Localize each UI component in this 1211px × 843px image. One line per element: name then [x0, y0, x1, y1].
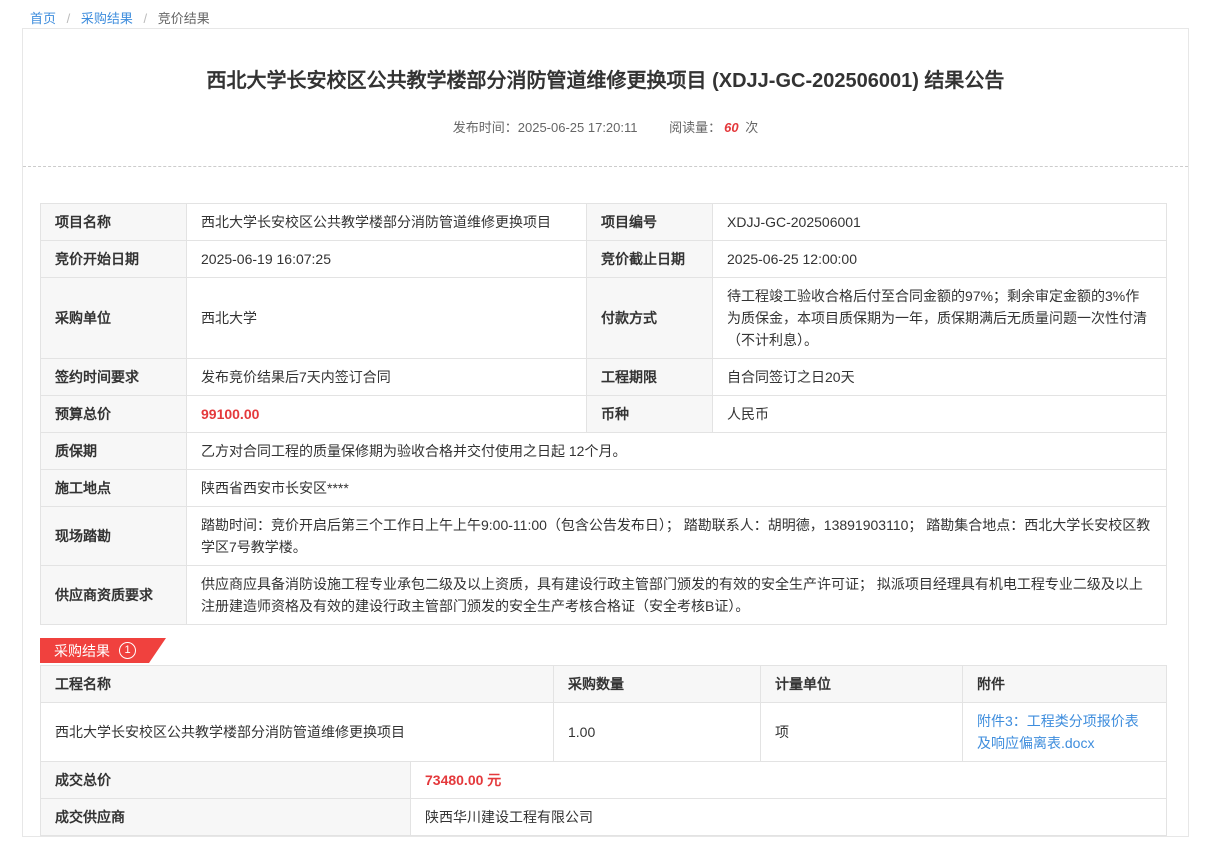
project-code-label: 项目编号: [587, 204, 713, 241]
budget-value: 99100.00: [187, 396, 587, 433]
supplier-value: 陕西华川建设工程有限公司: [411, 799, 1167, 836]
view-count-number: 60: [724, 120, 738, 135]
table-row: 签约时间要求 发布竞价结果后7天内签订合同 工程期限 自合同签订之日20天: [41, 359, 1167, 396]
qualification-label: 供应商资质要求: [41, 566, 187, 625]
project-name-value: 西北大学长安校区公共教学楼部分消防管道维修更换项目: [187, 204, 587, 241]
result-item-quantity: 1.00: [554, 703, 761, 762]
qualification-value: 供应商应具备消防设施工程专业承包二级及以上资质，具有建设行政主管部门颁发的有效的…: [187, 566, 1167, 625]
breadcrumb: 首页 / 采购结果 / 竞价结果: [0, 0, 1211, 28]
project-info-table: 项目名称 西北大学长安校区公共教学楼部分消防管道维修更换项目 项目编号 XDJJ…: [40, 203, 1167, 625]
table-row: 竞价开始日期 2025-06-19 16:07:25 竞价截止日期 2025-0…: [41, 241, 1167, 278]
table-row: 西北大学长安校区公共教学楼部分消防管道维修更换项目 1.00 项 附件3：工程类…: [41, 703, 1167, 762]
bid-end-label: 竞价截止日期: [587, 241, 713, 278]
deal-price-label: 成交总价: [41, 762, 411, 799]
table-row: 成交供应商 陕西华川建设工程有限公司: [41, 799, 1167, 836]
project-code-value: XDJJ-GC-202506001: [713, 204, 1167, 241]
dashed-divider: [23, 166, 1188, 167]
warranty-label: 质保期: [41, 433, 187, 470]
breadcrumb-separator: /: [144, 11, 148, 26]
result-header-quantity: 采购数量: [554, 666, 761, 703]
location-label: 施工地点: [41, 470, 187, 507]
purchase-result-table: 工程名称 采购数量 计量单位 附件 西北大学长安校区公共教学楼部分消防管道维修更…: [40, 665, 1167, 762]
table-row: 项目名称 西北大学长安校区公共教学楼部分消防管道维修更换项目 项目编号 XDJJ…: [41, 204, 1167, 241]
supplier-label: 成交供应商: [41, 799, 411, 836]
purchase-result-badge-label: 采购结果: [54, 641, 110, 661]
deal-price-value: 73480.00 元: [411, 762, 1167, 799]
result-header-unit: 计量单位: [761, 666, 963, 703]
purchase-result-badge: 采购结果 1: [40, 638, 166, 663]
page-title: 西北大学长安校区公共教学楼部分消防管道维修更换项目 (XDJJ-GC-20250…: [83, 67, 1128, 95]
table-header-row: 工程名称 采购数量 计量单位 附件: [41, 666, 1167, 703]
deal-summary-table: 成交总价 73480.00 元 成交供应商 陕西华川建设工程有限公司: [40, 761, 1167, 836]
sign-time-value: 发布竞价结果后7天内签订合同: [187, 359, 587, 396]
result-header-name: 工程名称: [41, 666, 554, 703]
payment-value: 待工程竣工验收合格后付至合同金额的97%；剩余审定金额的3%作为质保金，本项目质…: [713, 278, 1167, 359]
result-item-attachment: 附件3：工程类分项报价表及响应偏离表.docx: [963, 703, 1167, 762]
bid-start-value: 2025-06-19 16:07:25: [187, 241, 587, 278]
site-visit-label: 现场踏勘: [41, 507, 187, 566]
bid-start-label: 竞价开始日期: [41, 241, 187, 278]
bid-end-value: 2025-06-25 12:00:00: [713, 241, 1167, 278]
table-row: 质保期 乙方对合同工程的质量保修期为验收合格并交付使用之日起 12个月。: [41, 433, 1167, 470]
announcement-panel: 西北大学长安校区公共教学楼部分消防管道维修更换项目 (XDJJ-GC-20250…: [22, 28, 1189, 837]
table-row: 现场踏勘 踏勘时间：竞价开启后第三个工作日上午上午9:00-11:00（包含公告…: [41, 507, 1167, 566]
announcement-meta: 发布时间：2025-06-25 17:20:11 阅读量：60 次: [23, 117, 1188, 136]
table-row: 供应商资质要求 供应商应具备消防设施工程专业承包二级及以上资质，具有建设行政主管…: [41, 566, 1167, 625]
sign-time-label: 签约时间要求: [41, 359, 187, 396]
breadcrumb-purchase-results-link[interactable]: 采购结果: [81, 11, 133, 26]
table-row: 施工地点 陕西省西安市长安区****: [41, 470, 1167, 507]
currency-label: 币种: [587, 396, 713, 433]
warranty-value: 乙方对合同工程的质量保修期为验收合格并交付使用之日起 12个月。: [187, 433, 1167, 470]
breadcrumb-current: 竞价结果: [158, 11, 210, 26]
location-value: 陕西省西安市长安区****: [187, 470, 1167, 507]
result-item-unit: 项: [761, 703, 963, 762]
breadcrumb-separator: /: [67, 11, 71, 26]
view-count: 阅读量：60 次: [669, 120, 758, 135]
site-visit-value: 踏勘时间：竞价开启后第三个工作日上午上午9:00-11:00（包含公告发布日）；…: [187, 507, 1167, 566]
budget-label: 预算总价: [41, 396, 187, 433]
breadcrumb-home-link[interactable]: 首页: [30, 11, 56, 26]
table-row: 预算总价 99100.00 币种 人民币: [41, 396, 1167, 433]
purchaser-value: 西北大学: [187, 278, 587, 359]
table-row: 成交总价 73480.00 元: [41, 762, 1167, 799]
result-item-name: 西北大学长安校区公共教学楼部分消防管道维修更换项目: [41, 703, 554, 762]
duration-value: 自合同签订之日20天: [713, 359, 1167, 396]
purchase-result-count-badge: 1: [119, 642, 136, 659]
duration-label: 工程期限: [587, 359, 713, 396]
result-header-attachment: 附件: [963, 666, 1167, 703]
publish-time: 发布时间：2025-06-25 17:20:11: [453, 120, 638, 135]
currency-value: 人民币: [713, 396, 1167, 433]
project-name-label: 项目名称: [41, 204, 187, 241]
attachment-link[interactable]: 附件3：工程类分项报价表及响应偏离表.docx: [977, 713, 1139, 751]
purchaser-label: 采购单位: [41, 278, 187, 359]
table-row: 采购单位 西北大学 付款方式 待工程竣工验收合格后付至合同金额的97%；剩余审定…: [41, 278, 1167, 359]
payment-label: 付款方式: [587, 278, 713, 359]
